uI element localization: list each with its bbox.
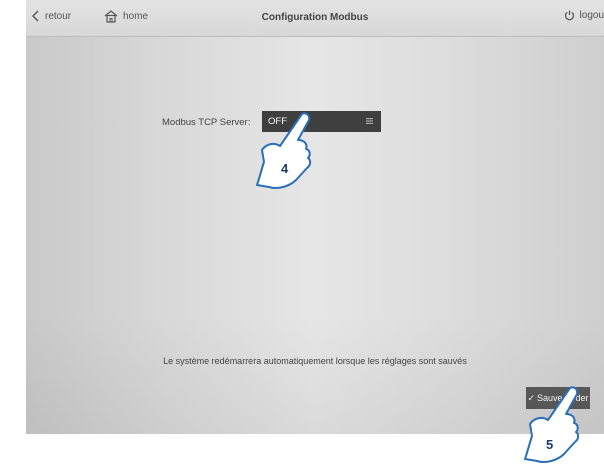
callout-5-number: 5 — [546, 437, 553, 452]
power-icon — [564, 10, 574, 21]
logout-button[interactable]: logou — [564, 10, 604, 21]
logout-label: logou — [579, 10, 604, 21]
top-bar: retour home Configuration Modbus logou — [26, 0, 604, 37]
pointing-hand-icon: 5 — [524, 386, 580, 464]
callout-4-number: 4 — [281, 161, 289, 176]
restart-message: Le système redémarrera automatiquement l… — [163, 356, 467, 366]
pointing-hand-icon: 4 — [256, 112, 312, 190]
menu-icon — [366, 118, 373, 124]
modbus-tcp-label: Modbus TCP Server: — [162, 117, 251, 128]
page-title: Configuration Modbus — [261, 12, 369, 23]
modbus-config-screen: retour home Configuration Modbus logou M… — [26, 0, 604, 434]
